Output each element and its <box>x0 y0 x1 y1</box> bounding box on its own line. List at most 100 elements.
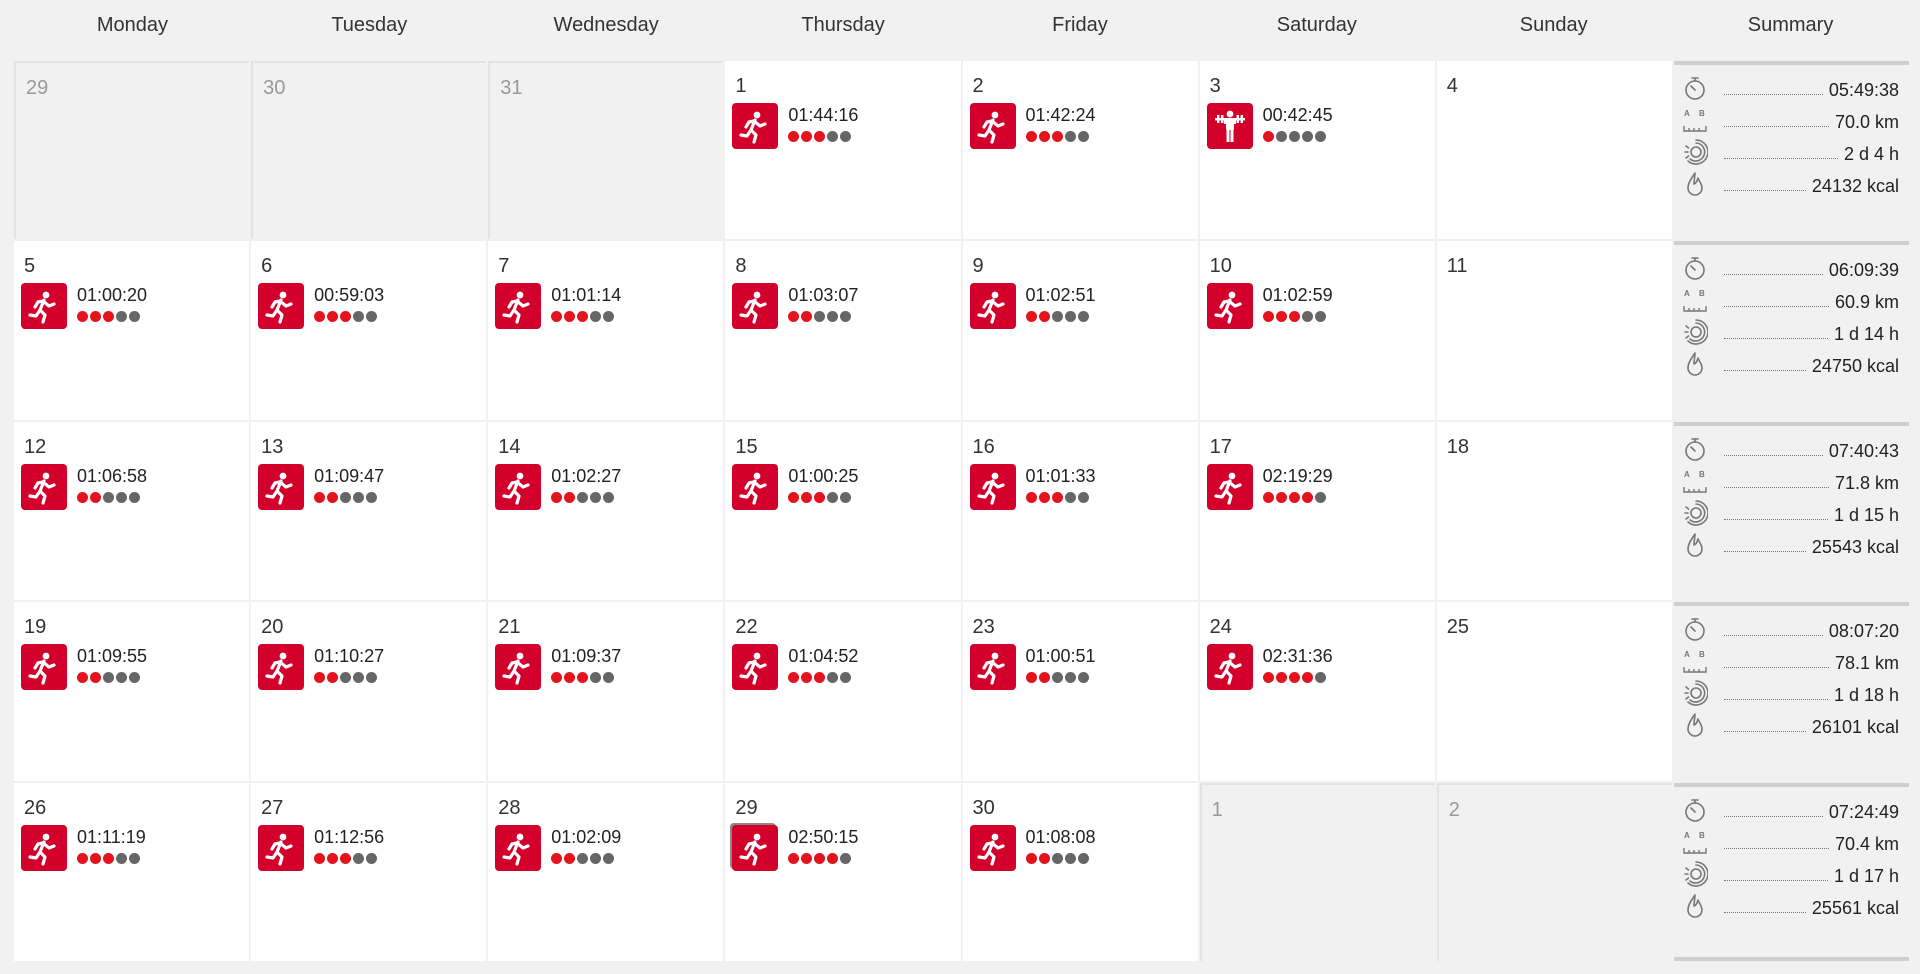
running-icon[interactable] <box>258 824 305 871</box>
weekday-header-monday: Monday <box>96 14 169 36</box>
intensity-rating <box>788 852 858 864</box>
calendar-day-cell[interactable]: 20 01:10:27 <box>251 602 487 781</box>
running-icon[interactable] <box>495 283 542 330</box>
workout-entry[interactable]: 01:09:47 <box>258 463 384 510</box>
workout-entry[interactable]: 00:59:03 <box>258 283 384 330</box>
workout-entry[interactable]: 01:01:14 <box>495 283 621 330</box>
strength-training-icon[interactable] <box>1206 103 1253 149</box>
running-icon[interactable] <box>969 283 1016 330</box>
calendar-day-cell[interactable]: 2 01:42:24 <box>962 61 1198 240</box>
workout-entry[interactable]: 01:09:55 <box>21 644 147 691</box>
running-icon[interactable] <box>258 644 305 691</box>
workout-entry[interactable]: 01:44:16 <box>732 103 858 149</box>
calendar-day-cell[interactable]: 15 01:00:25 <box>725 421 961 601</box>
calendar-day-cell[interactable]: 8 01:03:07 <box>725 241 961 420</box>
calendar-day-cell[interactable]: 18 <box>1436 421 1672 601</box>
calendar-day-cell[interactable]: 3 00:42:45 <box>1199 61 1435 240</box>
calendar-day-cell[interactable]: 26 01:11:19 <box>14 782 250 961</box>
workout-entry[interactable]: 02:50:15 <box>732 824 858 871</box>
calendar-day-cell[interactable]: 25 <box>1436 602 1672 781</box>
intensity-dot-empty <box>590 852 602 864</box>
workout-duration: 01:04:52 <box>788 646 859 667</box>
calendar-day-cell[interactable]: 21 01:09:37 <box>488 602 724 781</box>
workout-entry[interactable]: 01:02:27 <box>495 463 621 510</box>
summary-calories-value: 24132 kcal <box>1811 176 1899 196</box>
calendar-day-cell[interactable]: 17 02:19:29 <box>1199 421 1435 601</box>
calendar-day-cell[interactable]: 14 01:02:27 <box>488 421 724 601</box>
workout-entry[interactable]: 01:00:51 <box>969 644 1096 691</box>
calendar-day-cell[interactable]: 31 <box>488 61 724 240</box>
calendar-day-cell[interactable]: 23 01:00:51 <box>962 602 1198 781</box>
workout-entry[interactable]: 01:00:25 <box>732 463 858 510</box>
intensity-dot-empty <box>1314 311 1326 323</box>
calendar-day-cell[interactable]: 16 01:01:33 <box>962 421 1198 601</box>
calendar-day-cell[interactable]: 2 <box>1436 782 1672 961</box>
running-icon[interactable] <box>1206 463 1253 510</box>
running-icon[interactable] <box>258 283 305 330</box>
workout-entry[interactable]: 00:42:45 <box>1206 103 1333 149</box>
running-icon[interactable] <box>969 644 1016 691</box>
workout-entry[interactable]: 02:31:36 <box>1206 644 1333 691</box>
running-icon[interactable] <box>969 103 1016 149</box>
running-icon[interactable] <box>732 103 779 149</box>
calendar-day-cell[interactable]: 13 01:09:47 <box>251 421 487 601</box>
running-icon[interactable] <box>732 283 779 330</box>
workout-entry[interactable]: 01:08:08 <box>969 824 1096 871</box>
running-icon[interactable] <box>1206 283 1253 330</box>
workout-entry[interactable]: 01:04:52 <box>732 644 859 691</box>
workout-entry[interactable]: 01:02:09 <box>495 824 621 871</box>
workout-entry[interactable]: 01:11:19 <box>21 824 146 871</box>
workout-entry[interactable]: 01:12:56 <box>258 824 384 871</box>
running-icon[interactable] <box>258 463 305 510</box>
running-icon[interactable] <box>732 644 779 691</box>
calendar-day-cell[interactable]: 10 01:02:59 <box>1199 241 1435 420</box>
summary-duration-value: 06:09:39 <box>1828 260 1899 281</box>
calendar-day-cell[interactable]: 9 01:02:51 <box>962 241 1198 420</box>
workout-entry[interactable]: 02:19:29 <box>1206 463 1333 510</box>
intensity-rating <box>788 491 858 503</box>
calendar-day-cell[interactable]: 30 01:08:08 <box>962 782 1198 961</box>
calendar-day-cell[interactable]: 28 01:02:09 <box>488 782 724 961</box>
running-icon[interactable] <box>732 463 779 510</box>
calendar-day-cell[interactable]: 19 01:09:55 <box>14 602 250 781</box>
running-icon[interactable] <box>21 644 67 691</box>
calendar-day-cell[interactable]: 29 02:50:15 <box>725 782 961 961</box>
intensity-dot-filled <box>1301 491 1313 503</box>
workout-entry[interactable]: 01:02:59 <box>1206 283 1333 330</box>
calendar-day-cell[interactable]: 6 00:59:03 <box>251 241 487 420</box>
running-icon[interactable] <box>495 644 542 691</box>
running-icon[interactable] <box>495 824 542 871</box>
workout-entry[interactable]: 01:06:58 <box>21 463 147 510</box>
workout-entry[interactable]: 01:09:37 <box>495 644 621 691</box>
calendar-day-cell[interactable]: 1 01:44:16 <box>725 61 961 240</box>
running-icon[interactable] <box>21 283 67 330</box>
workout-entry[interactable]: 01:10:27 <box>258 644 384 691</box>
calendar-day-cell[interactable]: 30 <box>251 61 487 240</box>
calendar-day-cell[interactable]: 7 01:01:14 <box>488 241 724 420</box>
calendar-day-cell[interactable]: 4 <box>1436 61 1672 240</box>
running-icon[interactable] <box>495 463 542 510</box>
intensity-dot-filled <box>801 852 813 864</box>
calendar-day-cell[interactable]: 24 02:31:36 <box>1199 602 1435 781</box>
workout-entry[interactable]: 01:01:33 <box>969 463 1096 510</box>
calendar-day-cell[interactable]: 22 01:04:52 <box>725 602 961 781</box>
running-icon[interactable] <box>1206 644 1253 691</box>
intensity-dot-filled <box>1038 491 1050 503</box>
running-icon[interactable] <box>969 463 1016 510</box>
calendar-day-cell[interactable]: 27 01:12:56 <box>251 782 487 961</box>
running-icon[interactable] <box>21 463 67 510</box>
calendar-day-cell[interactable]: 11 <box>1436 241 1672 420</box>
calendar-day-cell[interactable]: 1 <box>1199 782 1435 961</box>
workout-entry[interactable]: 01:02:51 <box>969 283 1096 330</box>
running-icon[interactable] <box>21 824 67 871</box>
workout-entry[interactable]: 01:42:24 <box>969 103 1096 149</box>
calendar-day-cell[interactable]: 12 01:06:58 <box>14 421 250 601</box>
calories-icon <box>1682 171 1708 197</box>
workout-entry[interactable]: 01:03:07 <box>732 283 858 330</box>
running-icon[interactable] <box>969 824 1016 871</box>
intensity-rating <box>1262 672 1333 684</box>
workout-entry[interactable]: 01:00:20 <box>21 283 147 330</box>
calendar-day-cell[interactable]: 5 01:00:20 <box>14 241 250 420</box>
running-icon[interactable] <box>732 824 779 871</box>
calendar-day-cell[interactable]: 29 <box>14 61 250 240</box>
